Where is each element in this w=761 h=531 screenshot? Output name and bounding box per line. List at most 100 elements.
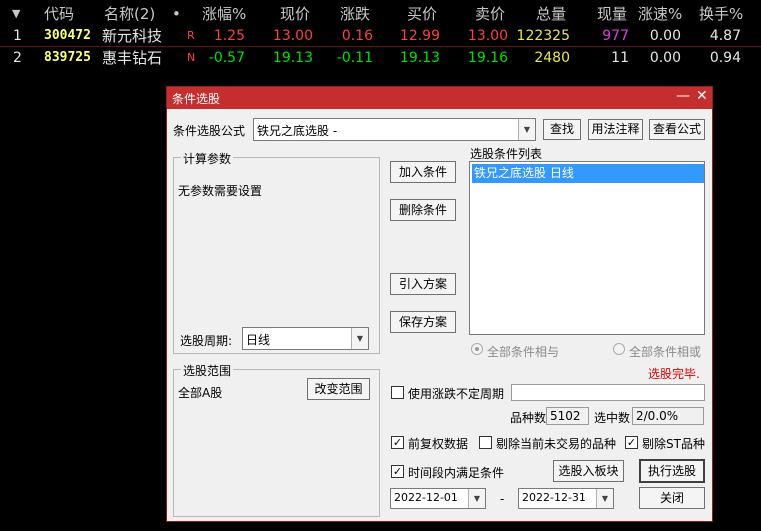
- header-bid[interactable]: 买价: [407, 3, 437, 25]
- selected-label: 选中数: [594, 411, 631, 425]
- row-code: 839725: [44, 50, 91, 65]
- import-scheme-button[interactable]: 引入方案: [390, 273, 456, 295]
- range-value: 全部A股: [178, 386, 223, 400]
- selected-value: 2/0.0%: [632, 407, 704, 425]
- range-group-caption: 选股范围: [181, 362, 234, 379]
- header-volume[interactable]: 总量: [536, 3, 566, 25]
- row-change: 0.16: [341, 28, 373, 44]
- row-speed: 0.00: [649, 28, 681, 44]
- condition-list-label: 选股条件列表: [470, 147, 543, 161]
- header-code[interactable]: 代码: [44, 3, 74, 25]
- radio-all-and-label[interactable]: 全部条件相与: [487, 343, 559, 360]
- date-from-picker[interactable]: 2022-12-01 ▼: [390, 488, 486, 509]
- minimize-icon[interactable]: —: [676, 88, 690, 104]
- period-combobox[interactable]: 日线 ▼: [242, 327, 369, 350]
- row-turnover: 0.94: [709, 50, 741, 66]
- adjusted-data-checkbox[interactable]: ✓: [391, 436, 404, 449]
- period-satisfy-checkbox[interactable]: ✓: [391, 465, 404, 478]
- usage-notes-button[interactable]: 用法注释: [588, 119, 643, 140]
- condition-stock-picker-dialog: 条件选股 — ✕ 条件选股公式 铁兄之底选股 - ▼ 查找 用法注释 查看公式 …: [166, 86, 713, 522]
- row-price: 19.13: [272, 50, 313, 66]
- execute-button[interactable]: 执行选股: [639, 459, 705, 483]
- formula-label: 条件选股公式: [173, 124, 246, 138]
- quote-header-row: ▼ 代码 名称(2) • 涨幅% 现价 涨跌 买价 卖价 总量 现量 涨速% 换…: [0, 3, 761, 25]
- date-to-picker[interactable]: 2022-12-31 ▼: [518, 488, 614, 509]
- date-separator: -: [500, 492, 505, 506]
- params-text: 无参数需要设置: [178, 184, 263, 198]
- radio-all-and[interactable]: [471, 343, 483, 355]
- chevron-down-icon[interactable]: ▼: [468, 489, 485, 508]
- date-to-value: 2022-12-31: [522, 491, 586, 504]
- row-last-vol: 977: [602, 28, 629, 44]
- delete-condition-button[interactable]: 删除条件: [390, 199, 456, 221]
- params-group-caption: 计算参数: [181, 150, 234, 167]
- row-change-pct: 1.25: [213, 28, 245, 44]
- row-speed: 0.00: [649, 50, 681, 66]
- condition-list[interactable]: 铁兄之底选股 日线: [469, 161, 705, 335]
- find-button[interactable]: 查找: [543, 119, 581, 140]
- row-volume: 2480: [534, 50, 570, 66]
- row-flag: R: [187, 29, 195, 42]
- header-name[interactable]: 名称(2): [104, 3, 155, 25]
- dialog-titlebar[interactable]: 条件选股 — ✕: [167, 87, 712, 109]
- period-label: 选股周期:: [180, 334, 233, 348]
- chevron-down-icon[interactable]: ▼: [596, 489, 613, 508]
- header-change[interactable]: 涨跌: [340, 3, 370, 25]
- add-to-block-button[interactable]: 选股入板块: [553, 460, 624, 482]
- row-change: -0.11: [336, 50, 373, 66]
- adjusted-data-label[interactable]: 前复权数据: [408, 435, 468, 452]
- unfixed-period-label[interactable]: 使用涨跌不定周期: [408, 385, 504, 402]
- period-satisfy-label[interactable]: 时间段内满足条件: [408, 464, 504, 481]
- row-index: 1: [13, 28, 22, 44]
- view-formula-button[interactable]: 查看公式: [649, 119, 705, 140]
- count-label: 品种数: [510, 411, 547, 425]
- date-from-value: 2022-12-01: [394, 491, 458, 504]
- header-last-vol[interactable]: 现量: [597, 3, 627, 25]
- row-ask: 19.16: [467, 50, 508, 66]
- quote-row[interactable]: 1 300472 新元科技 R 1.25 13.00 0.16 12.99 13…: [0, 25, 761, 47]
- exclude-untraded-checkbox[interactable]: [479, 436, 492, 449]
- row-turnover: 4.87: [709, 28, 741, 44]
- row-index: 2: [13, 50, 22, 66]
- row-name: 惠丰钻石: [102, 49, 163, 67]
- row-code: 300472: [44, 28, 91, 43]
- header-ask[interactable]: 卖价: [475, 3, 505, 25]
- row-bid: 12.99: [399, 28, 440, 44]
- unfixed-period-checkbox[interactable]: [391, 386, 404, 399]
- row-price: 13.00: [272, 28, 313, 44]
- status-text: 选股完毕.: [648, 367, 700, 381]
- params-group: 计算参数 无参数需要设置 选股周期: 日线 ▼: [173, 150, 380, 354]
- chevron-down-icon[interactable]: ▼: [518, 119, 535, 140]
- row-ask: 13.00: [467, 28, 508, 44]
- row-volume: 122325: [516, 28, 570, 44]
- exclude-st-checkbox[interactable]: ✓: [625, 436, 638, 449]
- close-button[interactable]: 关闭: [639, 487, 705, 509]
- formula-value: 铁兄之底选股 -: [257, 124, 338, 138]
- header-speed[interactable]: 涨速%: [638, 3, 682, 25]
- condition-list-item[interactable]: 铁兄之底选股 日线: [472, 164, 704, 183]
- row-change-pct: -0.57: [208, 50, 245, 66]
- quote-row[interactable]: 2 839725 惠丰钻石 N -0.57 19.13 -0.11 19.13 …: [0, 47, 761, 69]
- radio-all-or-label[interactable]: 全部条件相或: [629, 343, 701, 360]
- add-condition-button[interactable]: 加入条件: [390, 161, 456, 183]
- radio-all-or[interactable]: [613, 343, 625, 355]
- header-turnover[interactable]: 换手%: [699, 3, 743, 25]
- header-change-pct[interactable]: 涨幅%: [202, 3, 246, 25]
- chevron-down-icon[interactable]: ▼: [351, 328, 368, 349]
- dialog-title: 条件选股: [172, 92, 221, 106]
- header-dot: •: [172, 5, 181, 23]
- column-menu-icon[interactable]: ▼: [12, 3, 20, 25]
- count-value: 5102: [546, 407, 589, 425]
- header-price[interactable]: 现价: [280, 3, 310, 25]
- save-scheme-button[interactable]: 保存方案: [390, 311, 456, 333]
- exclude-untraded-label[interactable]: 剔除当前未交易的品种: [496, 435, 616, 452]
- range-group: 选股范围 全部A股 改变范围: [173, 362, 380, 517]
- change-range-button[interactable]: 改变范围: [307, 378, 370, 400]
- row-name: 新元科技: [102, 27, 163, 45]
- close-icon[interactable]: ✕: [696, 88, 708, 104]
- row-last-vol: 11: [611, 50, 629, 66]
- exclude-st-label[interactable]: 剔除ST品种: [642, 435, 705, 452]
- period-value: 日线: [246, 333, 271, 347]
- unfixed-period-input[interactable]: [511, 384, 705, 401]
- formula-combobox[interactable]: 铁兄之底选股 - ▼: [253, 118, 536, 141]
